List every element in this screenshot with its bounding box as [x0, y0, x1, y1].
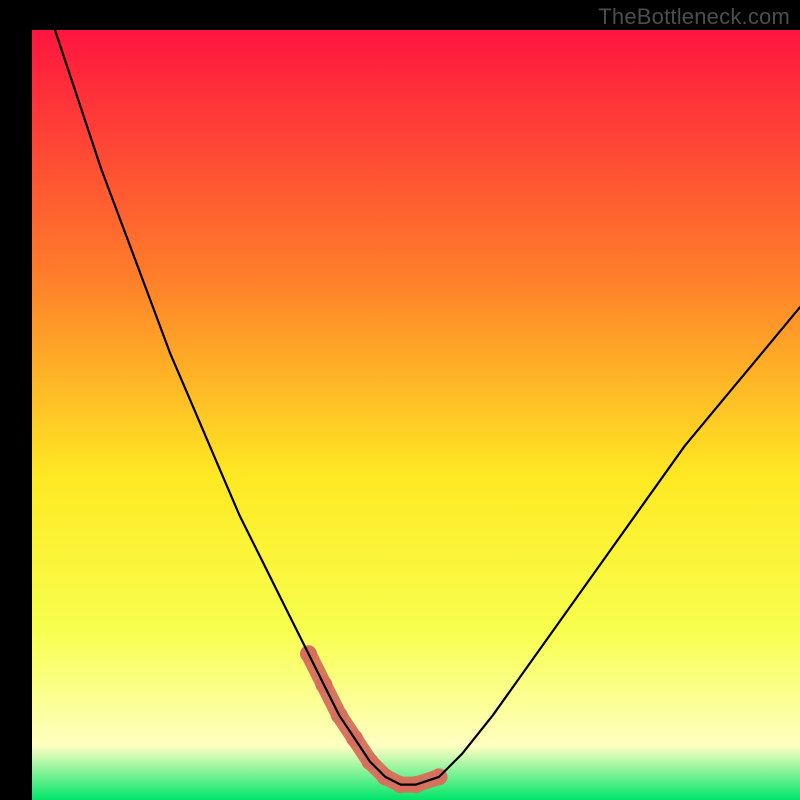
watermark-text: TheBottleneck.com [598, 4, 790, 30]
bottleneck-chart [0, 0, 800, 800]
chart-frame: TheBottleneck.com [0, 0, 800, 800]
plot-background [32, 30, 800, 800]
